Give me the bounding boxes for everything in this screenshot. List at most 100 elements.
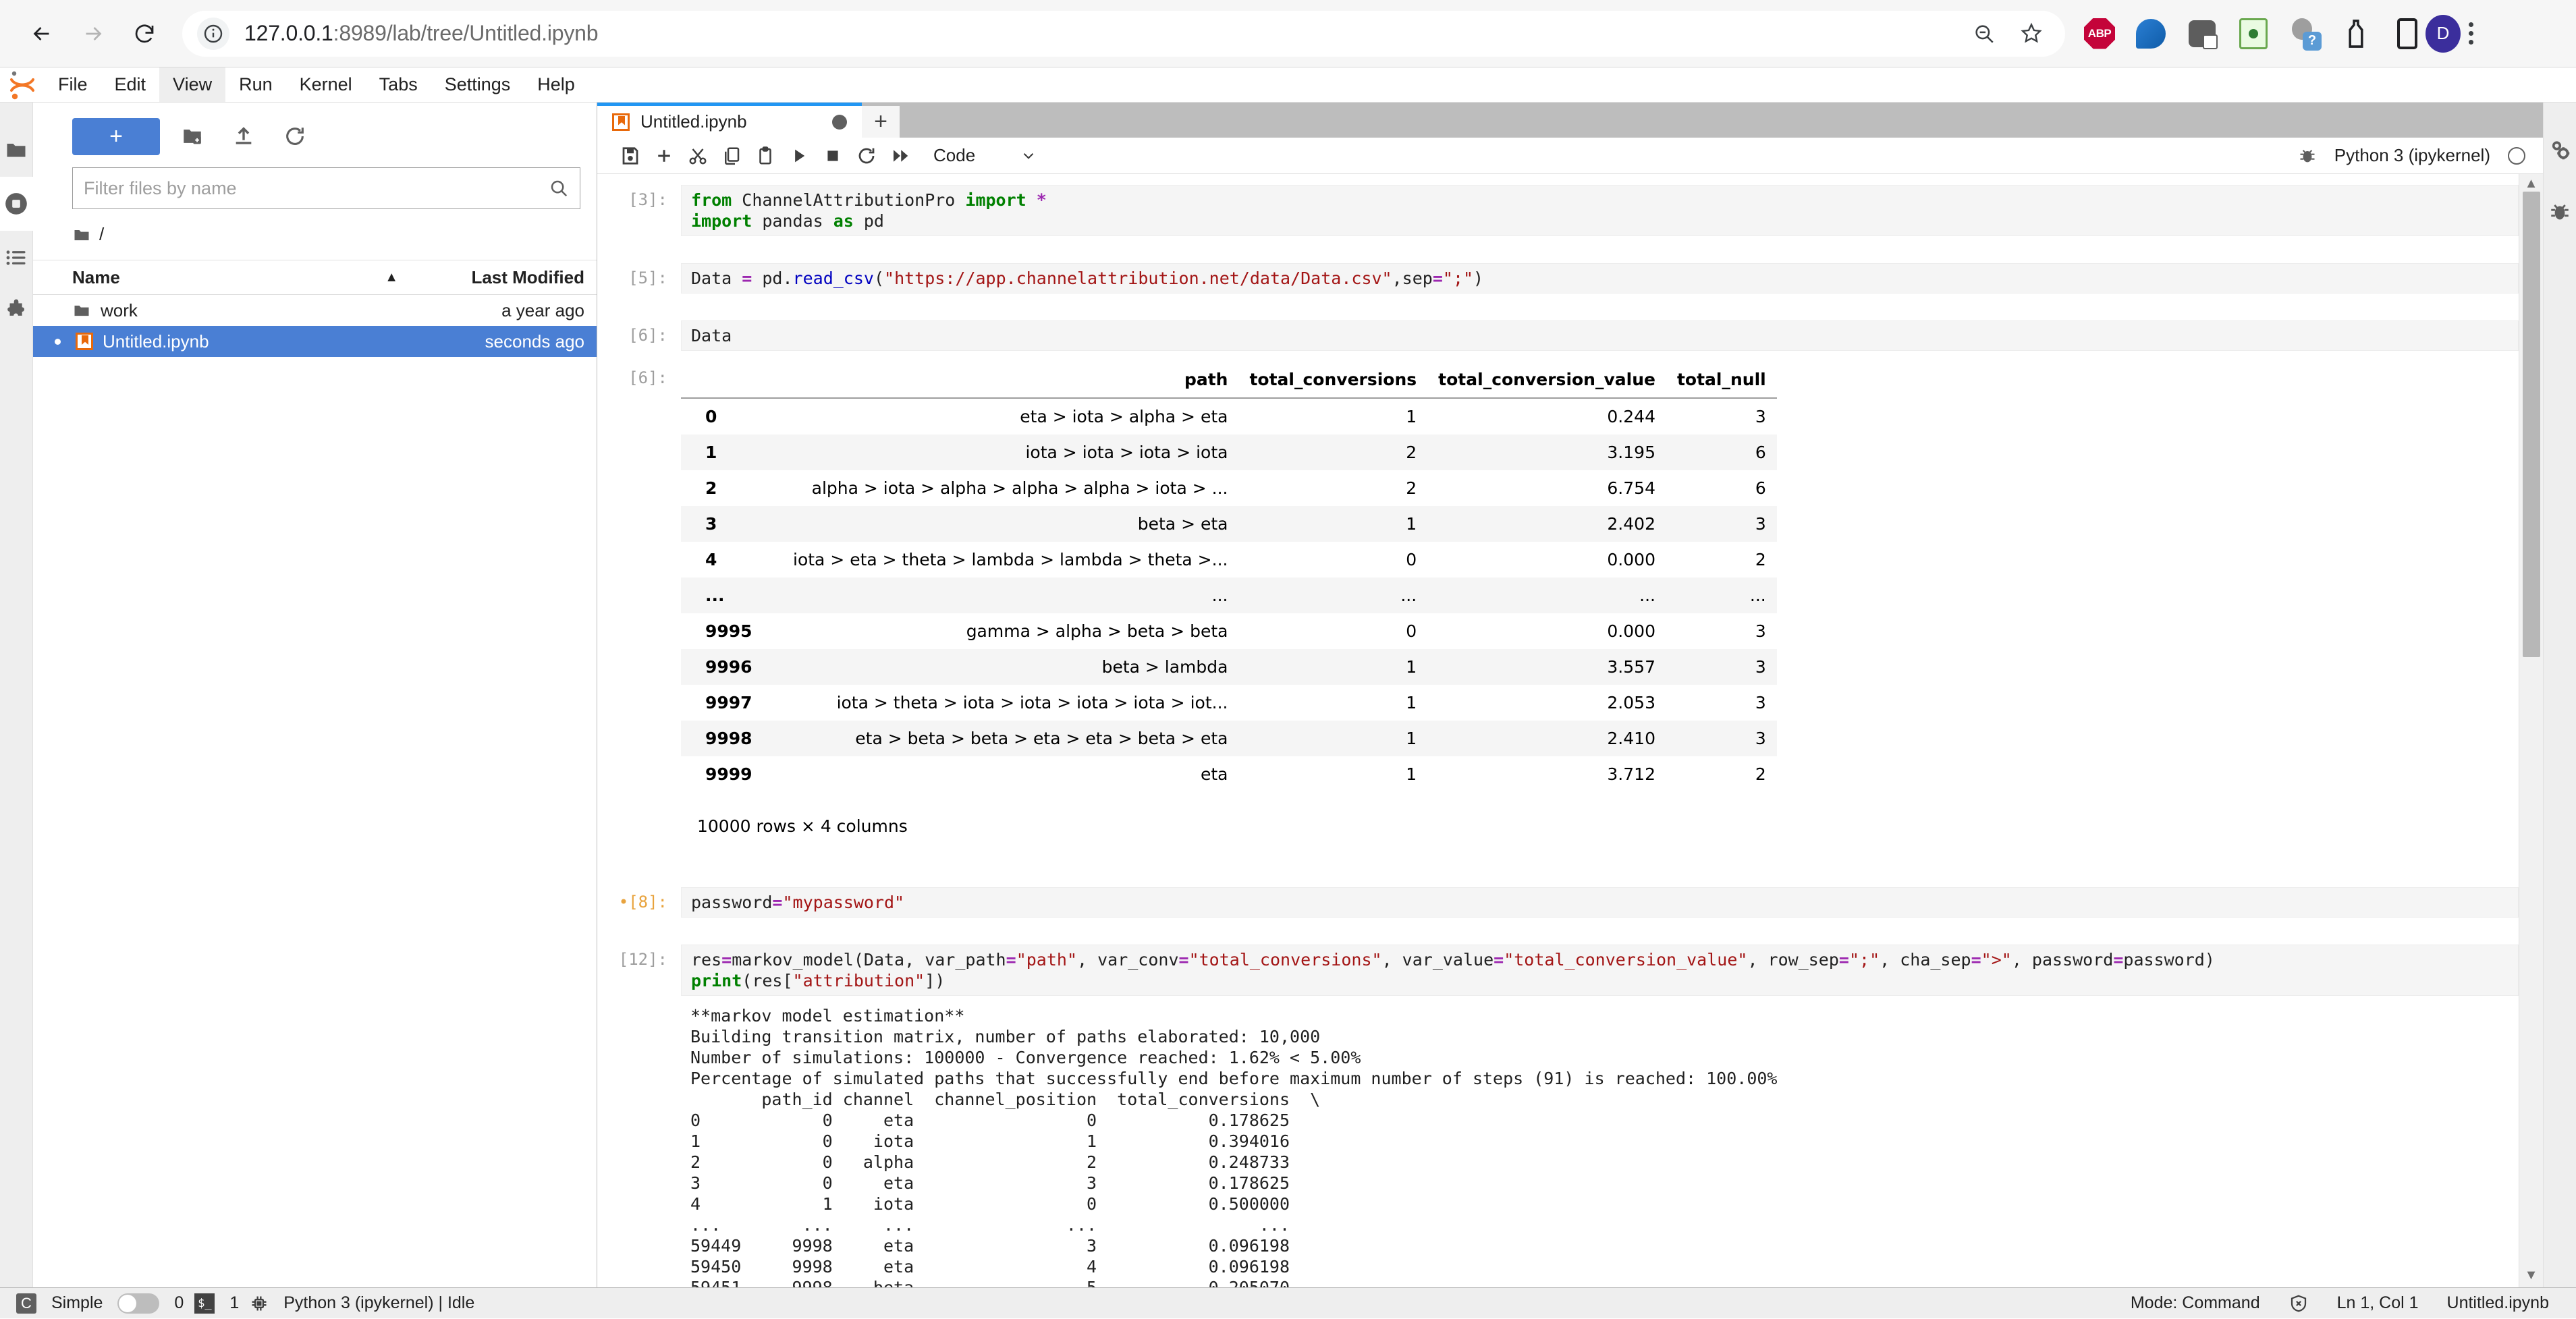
dark-extension-button[interactable] [2184,16,2220,52]
code-token: ( [873,269,885,288]
chevron-down-icon [1023,152,1034,159]
menu-help[interactable]: Help [524,67,588,102]
restart-kernel-button[interactable] [850,139,883,173]
dataframe-table: path total_conversions total_conversion_va… [681,362,1777,792]
cut-button[interactable] [681,139,715,173]
save-button[interactable] [613,139,647,173]
notebook-scrollbar[interactable]: ▲ ▼ [2519,174,2543,1287]
unsaved-dot-icon[interactable] [832,114,847,130]
cell-type-selector[interactable]: Code [933,145,1037,166]
adblock-plus-icon: ABP [2084,18,2115,49]
sidebar-item-debugger[interactable] [2544,181,2576,243]
status-file-name: Untitled.ipynb [2446,1293,2549,1312]
cell-input-editor[interactable]: res=markov_model(Data, var_path="path", … [681,945,2519,996]
shield-x-icon[interactable] [2289,1293,2309,1314]
browser-menu-button[interactable] [2461,22,2482,45]
sidebar-item-table-of-contents[interactable] [0,231,33,285]
bug-icon[interactable] [2298,146,2317,165]
cell-input-editor[interactable]: password="mypassword" [681,887,2519,918]
simple-mode-toggle[interactable] [117,1293,160,1314]
code-line: password="mypassword" [691,892,2509,913]
notebook-cell[interactable]: [5]: Data = pd.read_csv("https://app.chan… [597,263,2519,293]
mobile-view-button[interactable] [2389,16,2426,52]
kernels-status[interactable]: 1 [229,1293,269,1313]
forward-button[interactable] [70,11,116,57]
green-mobile-extension-button[interactable] [2235,16,2272,52]
jupyter-c-icon: C [16,1293,36,1314]
new-launcher-button[interactable]: + [72,117,160,155]
kernel-name-label[interactable]: Python 3 (ipykernel) [2334,145,2490,166]
scrollbar-thumb[interactable] [2522,192,2540,657]
menu-edit[interactable]: Edit [101,67,160,102]
cell-input-editor[interactable]: Data = pd.read_csv("https://app.channela… [681,263,2519,293]
profile-avatar[interactable]: D [2426,14,2461,53]
code-line: print(res["attribution"]) [691,970,2509,991]
scroll-up-arrow-icon[interactable]: ▲ [2525,174,2538,193]
column-header-name[interactable]: Name ▲ [72,267,422,288]
refresh-button[interactable] [276,117,314,155]
copy-button[interactable] [715,139,748,173]
notebook-cell[interactable]: [12]: res=markov_model(Data, var_path="pa… [597,945,2519,996]
blue-drop-extension-button[interactable] [2133,16,2169,52]
file-list-item[interactable]: Untitled.ipynb seconds ago [33,326,597,357]
new-folder-icon [184,130,201,144]
folder-icon [7,144,26,157]
site-info-button[interactable] [197,17,229,50]
menu-settings[interactable]: Settings [431,67,524,102]
code-token: , var_value [1381,950,1494,970]
table-row: 9996 beta > lambda 1 3.557 3 [681,649,1777,685]
paste-icon [759,146,771,164]
new-tab-button[interactable]: + [862,106,900,138]
code-line: res=markov_model(Data, var_path="path", … [691,949,2509,970]
reload-button[interactable] [121,11,167,57]
file-filter-box[interactable] [72,167,580,209]
restart-run-all-icon [894,149,908,162]
omnibox-actions [1965,15,2050,53]
terminals-status[interactable]: 0 $_ [174,1293,215,1314]
file-name-label: work [101,300,138,320]
code-token: password) [2123,950,2215,970]
stop-button[interactable] [816,139,850,173]
notebook-cell[interactable]: [3]: from ChannelAttributionPro import * i… [597,185,2519,236]
paste-button[interactable] [748,139,782,173]
upload-button[interactable] [225,117,263,155]
table-cell: 1 [1406,693,1417,712]
status-bar-left: C Simple 0 $_ 1 Python 3 (ipykernel) | I… [16,1293,474,1314]
zoom-out-button[interactable] [1965,15,2003,53]
restart-run-all-button[interactable] [883,139,917,173]
sidebar-item-running[interactable] [0,177,33,231]
search-icon [551,180,568,197]
menu-run[interactable]: Run [225,67,286,102]
sidebar-item-property-inspector[interactable] [2544,119,2576,181]
sidebar-item-extension-manager[interactable] [0,285,33,339]
search-input[interactable] [84,177,549,199]
new-folder-button[interactable] [173,117,211,155]
adblock-plus-extension-button[interactable]: ABP [2081,16,2118,52]
cell-input-editor[interactable]: Data [681,320,2519,351]
cell-input-editor[interactable]: from ChannelAttributionPro import * impor… [681,185,2519,236]
breadcrumb[interactable]: / [33,209,597,260]
menu-kernel[interactable]: Kernel [286,67,366,102]
menu-view[interactable]: View [159,67,226,102]
table-cell: 3 [1755,621,1766,641]
table-cell: 6.754 [1607,478,1655,498]
sidebar-item-file-browser[interactable] [0,123,33,177]
address-bar[interactable]: 127.0.0.1:8989/lab/tree/Untitled.ipynb [182,10,2065,57]
menu-tabs[interactable]: Tabs [366,67,431,102]
cell-output-dataframe: [6]: path total_conversions total_conversio… [597,354,2519,836]
bottle-extension-button[interactable] [2338,16,2374,52]
menu-file[interactable]: File [45,67,101,102]
table-cell: 3 [1755,693,1766,712]
column-header-last-modified[interactable]: Last Modified [422,267,584,288]
back-button[interactable] [19,11,65,57]
scroll-down-arrow-icon[interactable]: ▼ [2525,1266,2538,1285]
question-badge-extension-button[interactable]: ? [2286,16,2323,52]
insert-cell-button[interactable] [647,139,681,173]
bookmark-button[interactable] [2012,15,2050,53]
tab-untitled-ipynb[interactable]: Untitled.ipynb [597,103,862,138]
run-button[interactable] [782,139,816,173]
question-badge-label: ? [2303,31,2322,51]
notebook-cell[interactable]: •[8]: password="mypassword" [597,887,2519,918]
notebook-cell[interactable]: [6]: Data [597,320,2519,351]
file-list-item[interactable]: work a year ago [33,295,597,326]
